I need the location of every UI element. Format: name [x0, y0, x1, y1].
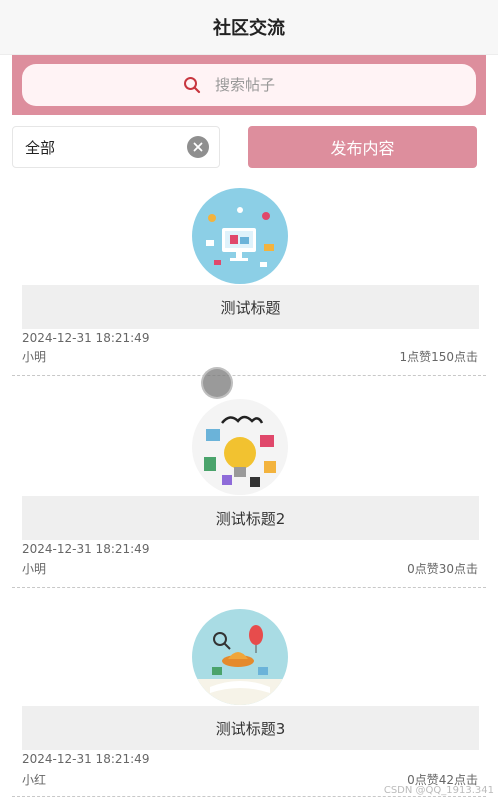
category-filter[interactable]: 全部: [12, 126, 220, 168]
post-thumbnail[interactable]: [192, 609, 288, 705]
filter-row: 全部 发布内容: [0, 125, 498, 169]
category-filter-value: 全部: [25, 138, 56, 157]
post-title[interactable]: 测试标题: [22, 285, 479, 329]
touch-indicator: [201, 367, 233, 399]
post-title[interactable]: 测试标题2: [22, 496, 479, 540]
post-title[interactable]: 测试标题3: [22, 706, 479, 750]
app-header: 社区交流: [0, 0, 498, 55]
search-input[interactable]: [215, 76, 315, 94]
post-time: 2024-12-31 18:21:49: [22, 752, 150, 766]
post-author: 小红: [22, 773, 47, 787]
post-stats: 0点赞30点击: [407, 562, 478, 576]
watermark: CSDN @QQ_1913.341: [383, 785, 494, 796]
clear-icon[interactable]: [187, 136, 209, 158]
post-stats: 1点赞150点击: [399, 350, 478, 364]
post-time: 2024-12-31 18:21:49: [22, 542, 150, 556]
search-box[interactable]: [22, 64, 476, 106]
page-title: 社区交流: [213, 18, 285, 39]
search-icon: [183, 76, 201, 94]
publish-button[interactable]: 发布内容: [248, 126, 477, 168]
post-author: 小明: [22, 562, 47, 576]
search-band: [12, 55, 486, 115]
post-time: 2024-12-31 18:21:49: [22, 331, 150, 345]
post-author: 小明: [22, 350, 47, 364]
post-divider: [12, 587, 486, 588]
post-thumbnail[interactable]: [192, 188, 288, 284]
post-divider: [12, 796, 486, 797]
post-thumbnail[interactable]: [192, 399, 288, 495]
post-divider: [12, 375, 486, 376]
